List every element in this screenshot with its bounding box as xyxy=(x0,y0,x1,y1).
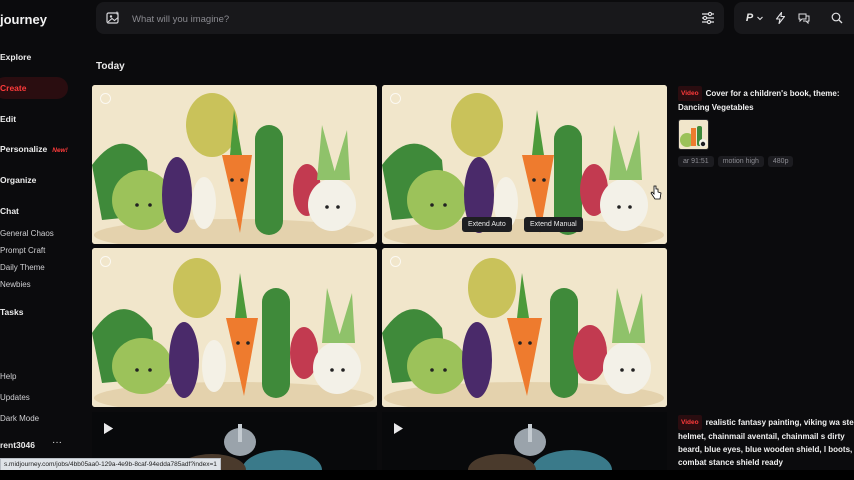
job-prompt-text: realistic fantasy painting, viking wa st… xyxy=(678,418,854,467)
new-badge: New! xyxy=(52,147,68,154)
vegetables-illustration xyxy=(92,248,377,407)
hand-cursor-icon xyxy=(650,185,662,200)
tag-resolution[interactable]: 480p xyxy=(767,156,794,167)
chat-room-prompt-craft[interactable]: Prompt Craft xyxy=(0,246,45,255)
tag-aspect-ratio[interactable]: ar 91:51 xyxy=(678,156,714,167)
extend-manual-button[interactable]: Extend Manual xyxy=(524,217,583,232)
section-title-today: Today xyxy=(96,61,125,72)
job-tags: ar 91:51 motion high 480p xyxy=(678,156,794,167)
sidebar-item-edit[interactable]: Edit xyxy=(0,114,16,124)
vegetables-illustration xyxy=(92,85,377,244)
chevron-down-icon xyxy=(757,16,764,21)
video-badge: Video xyxy=(678,86,702,101)
speed-mode-button[interactable] xyxy=(772,2,788,34)
chat-room-daily-theme[interactable]: Daily Theme xyxy=(0,263,45,272)
sidebar-item-label: Personalize xyxy=(0,144,48,154)
sidebar-item-dark-mode[interactable]: Dark Mode xyxy=(0,414,39,423)
top-right-toolbar: P xyxy=(734,2,854,34)
sidebar-item-updates[interactable]: Updates xyxy=(0,393,30,402)
select-indicator[interactable] xyxy=(100,256,111,267)
sidebar-item-organize[interactable]: Organize xyxy=(0,175,36,185)
username[interactable]: rent3046 xyxy=(0,440,35,450)
sidebar-item-chat[interactable]: Chat xyxy=(0,206,19,216)
video-badge: Video xyxy=(678,415,702,430)
tag-motion[interactable]: motion high xyxy=(717,156,764,167)
user-menu-button[interactable]: ··· xyxy=(52,437,62,448)
search-icon xyxy=(831,12,843,24)
job-details-2: Video realistic fantasy painting, viking … xyxy=(678,415,854,469)
chat-toggle-button[interactable] xyxy=(796,2,812,34)
select-indicator[interactable] xyxy=(390,256,401,267)
vegetables-illustration xyxy=(382,248,667,407)
job-prompt[interactable]: Video Cover for a children's book, theme:… xyxy=(678,86,854,114)
generated-image-4[interactable] xyxy=(382,248,667,407)
viking-illustration xyxy=(468,424,612,472)
generated-image-1[interactable] xyxy=(92,85,377,244)
vegetables-thumbnail xyxy=(679,120,708,149)
sidebar-item-help[interactable]: Help xyxy=(0,372,16,381)
lightning-icon xyxy=(775,12,785,24)
sidebar-item-create[interactable]: Create xyxy=(0,77,68,99)
play-icon[interactable] xyxy=(104,423,113,434)
job-prompt-text: Cover for a children's book, theme: Danc… xyxy=(678,89,840,112)
job-reference-thumbnail[interactable] xyxy=(678,119,709,150)
chat-bubbles-icon xyxy=(798,13,810,24)
sidebar-item-tasks[interactable]: Tasks xyxy=(0,307,23,317)
prompt-bar xyxy=(96,2,724,36)
sidebar-item-explore[interactable]: Explore xyxy=(0,52,31,62)
sidebar-item-personalize[interactable]: Personalize New! xyxy=(0,144,68,154)
chat-room-newbies[interactable]: Newbies xyxy=(0,280,31,289)
settings-sliders-icon[interactable] xyxy=(700,10,716,26)
extend-auto-button[interactable]: Extend Auto xyxy=(462,217,512,232)
video-preview-2[interactable] xyxy=(382,412,667,472)
profile-dropdown[interactable]: P xyxy=(740,2,770,34)
select-indicator[interactable] xyxy=(390,93,401,104)
job-details-1: Video Cover for a children's book, theme:… xyxy=(678,86,854,167)
prompt-input[interactable] xyxy=(130,2,674,36)
sidebar: journey Explore Create Edit Personalize N… xyxy=(0,0,86,480)
app-logo[interactable]: journey xyxy=(0,12,47,27)
image-upload-icon[interactable] xyxy=(106,11,120,25)
generated-image-3[interactable] xyxy=(92,248,377,407)
play-icon[interactable] xyxy=(394,423,403,434)
job-prompt[interactable]: Video realistic fantasy painting, viking … xyxy=(678,415,854,469)
bottom-bar xyxy=(0,470,854,480)
search-button[interactable] xyxy=(828,2,846,34)
profile-letter: P xyxy=(745,12,754,24)
chat-room-general-chaos[interactable]: General Chaos xyxy=(0,229,54,238)
select-indicator[interactable] xyxy=(100,93,111,104)
